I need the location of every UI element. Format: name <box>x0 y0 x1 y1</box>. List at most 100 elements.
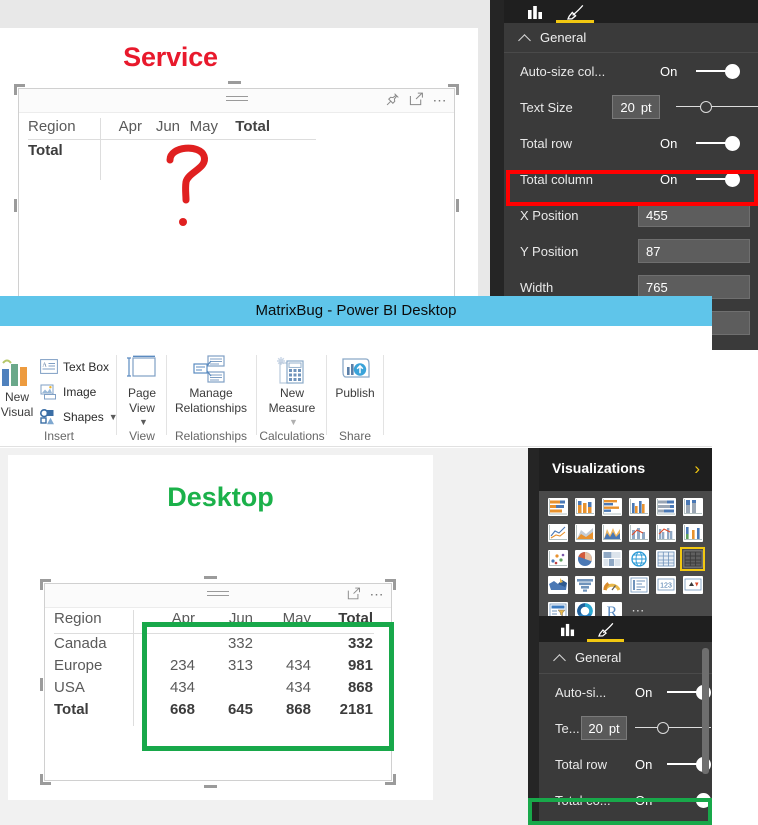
viz-stacked-bar-chart[interactable] <box>545 495 570 519</box>
ribbon-toolbar: New Visual A Text Box Image Shapes ▼ Ins… <box>0 347 712 447</box>
setting-auto-size-column[interactable]: Auto-size col... On <box>504 53 758 89</box>
setting-label: Total row <box>555 756 608 772</box>
chevron-right-icon[interactable]: › <box>694 459 700 479</box>
visualizations-icon-grid: 123 R ⋯ <box>539 491 712 620</box>
viz-scatter-chart[interactable] <box>545 547 570 571</box>
manage-relationships-button[interactable]: Manage Relationships <box>167 355 255 415</box>
format-tab[interactable] <box>591 619 621 640</box>
viz-multi-row-card[interactable] <box>626 573 651 597</box>
viz-map[interactable] <box>626 547 651 571</box>
viz-100-stacked-bar-chart[interactable] <box>653 495 678 519</box>
viz-line-chart[interactable] <box>545 521 570 545</box>
viz-100-stacked-column-chart[interactable] <box>680 495 705 519</box>
selection-handle-tl-v[interactable] <box>14 84 17 95</box>
shapes-button[interactable]: Shapes ▼ <box>40 409 118 425</box>
focus-mode-icon[interactable] <box>409 92 424 107</box>
toggle-state-label: On <box>660 64 678 79</box>
ribbon-group-calculations: New Measure ▼ Calculations <box>257 347 327 447</box>
service-matrix-visual[interactable]: ⋯ Region Apr Jun May Total Total <box>14 81 459 310</box>
svg-text:A: A <box>42 363 47 369</box>
format-pane-scrollbar[interactable] <box>702 648 709 774</box>
fields-tab[interactable] <box>553 619 583 640</box>
selection-handle-left[interactable] <box>40 678 43 692</box>
x-position-input[interactable]: 455 <box>638 203 750 227</box>
y-position-input[interactable]: 87 <box>638 239 750 263</box>
viz-table[interactable] <box>653 547 678 571</box>
chevron-down-icon[interactable]: ▼ <box>139 417 148 427</box>
viz-line-and-stacked-column-chart[interactable] <box>626 521 651 545</box>
viz-gauge[interactable] <box>599 573 624 597</box>
pin-icon[interactable] <box>385 92 400 107</box>
setting-total-row[interactable]: Total row On <box>504 125 758 161</box>
service-browser-chrome <box>0 0 490 28</box>
focus-mode-icon[interactable] <box>347 587 361 601</box>
setting-label: Auto-si... <box>555 684 607 700</box>
chevron-down-icon[interactable]: ▼ <box>289 417 298 427</box>
selection-handle-tr-v[interactable] <box>456 84 459 95</box>
setting-y-position[interactable]: Y Position 87 <box>504 233 758 269</box>
page-view-button[interactable]: Page View ▼ <box>118 355 166 429</box>
viz-pie-chart[interactable] <box>572 547 597 571</box>
selection-handle-left[interactable] <box>14 199 17 212</box>
viz-kpi[interactable] <box>680 573 705 597</box>
selection-handle-top[interactable] <box>227 81 241 84</box>
ribbon-divider <box>383 355 384 435</box>
selection-handle-bottom[interactable] <box>204 785 218 788</box>
text-box-button[interactable]: A Text Box <box>40 359 109 374</box>
visualizations-header: Visualizations › <box>539 448 712 491</box>
setting-label: Total row <box>520 135 573 151</box>
window-titlebar: MatrixBug - Power BI Desktop <box>0 296 712 326</box>
text-size-input[interactable]: 20 pt <box>581 716 627 740</box>
text-size-slider[interactable] <box>635 721 711 735</box>
viz-stacked-column-chart[interactable] <box>572 495 597 519</box>
selection-handle-top[interactable] <box>204 576 218 579</box>
new-measure-label-2: Measure <box>268 401 316 415</box>
selection-handle-tr-v[interactable] <box>393 579 396 590</box>
image-button[interactable]: Image <box>40 384 96 400</box>
format-section-general[interactable]: General <box>504 23 758 53</box>
selection-handle-right[interactable] <box>456 199 459 212</box>
viz-stacked-area-chart[interactable] <box>599 521 624 545</box>
viz-line-and-clustered-column-chart[interactable] <box>653 521 678 545</box>
text-size-unit: pt <box>608 720 620 736</box>
new-visual-icon <box>2 359 27 386</box>
setting-auto-size-column[interactable]: Auto-si... On <box>539 674 712 710</box>
drag-handle-icon[interactable] <box>207 591 229 597</box>
text-size-input[interactable]: 20 pt <box>612 95 660 119</box>
viz-funnel[interactable] <box>572 573 597 597</box>
more-options-icon[interactable]: ⋯ <box>370 587 386 601</box>
toggle-state-label: On <box>660 136 678 151</box>
publish-button[interactable]: Publish <box>327 355 383 400</box>
viz-area-chart[interactable] <box>572 521 597 545</box>
viz-filled-map[interactable] <box>545 573 570 597</box>
manage-relationships-label-1: Manage <box>189 386 233 400</box>
fields-tab[interactable] <box>520 2 550 23</box>
selection-handle-tl-v[interactable] <box>40 579 43 590</box>
more-options-icon[interactable]: ⋯ <box>433 93 449 107</box>
setting-text-size[interactable]: Te... 20 pt <box>539 710 712 746</box>
new-measure-button[interactable]: New Measure ▼ <box>257 355 327 429</box>
text-size-slider[interactable] <box>676 100 758 114</box>
viz-clustered-column-chart[interactable] <box>626 495 651 519</box>
total-row-toggle[interactable] <box>696 135 740 151</box>
format-section-general[interactable]: General <box>539 642 712 674</box>
viz-card[interactable]: 123 <box>653 573 678 597</box>
setting-label: X Position <box>520 207 579 223</box>
matrix-column-divider <box>100 118 101 180</box>
auto-size-toggle[interactable] <box>696 63 740 79</box>
selection-handle-br-v[interactable] <box>393 774 396 785</box>
viz-clustered-bar-chart[interactable] <box>599 495 624 519</box>
desktop-matrix-highlight-box <box>142 622 394 751</box>
selection-handle-bl-v[interactable] <box>40 774 43 785</box>
toggle-state-label: On <box>635 757 653 772</box>
visual-header: ⋯ <box>45 584 391 608</box>
viz-matrix[interactable] <box>680 547 705 571</box>
viz-ribbon-chart[interactable] <box>680 521 705 545</box>
viz-treemap[interactable] <box>599 547 624 571</box>
setting-text-size[interactable]: Text Size 20 pt <box>504 89 758 125</box>
drag-handle-icon[interactable] <box>225 96 248 102</box>
setting-label: Width <box>520 279 554 295</box>
setting-total-row[interactable]: Total row On <box>539 746 712 782</box>
matrix-column-divider <box>133 610 134 726</box>
page-view-label-2: View <box>129 401 155 415</box>
